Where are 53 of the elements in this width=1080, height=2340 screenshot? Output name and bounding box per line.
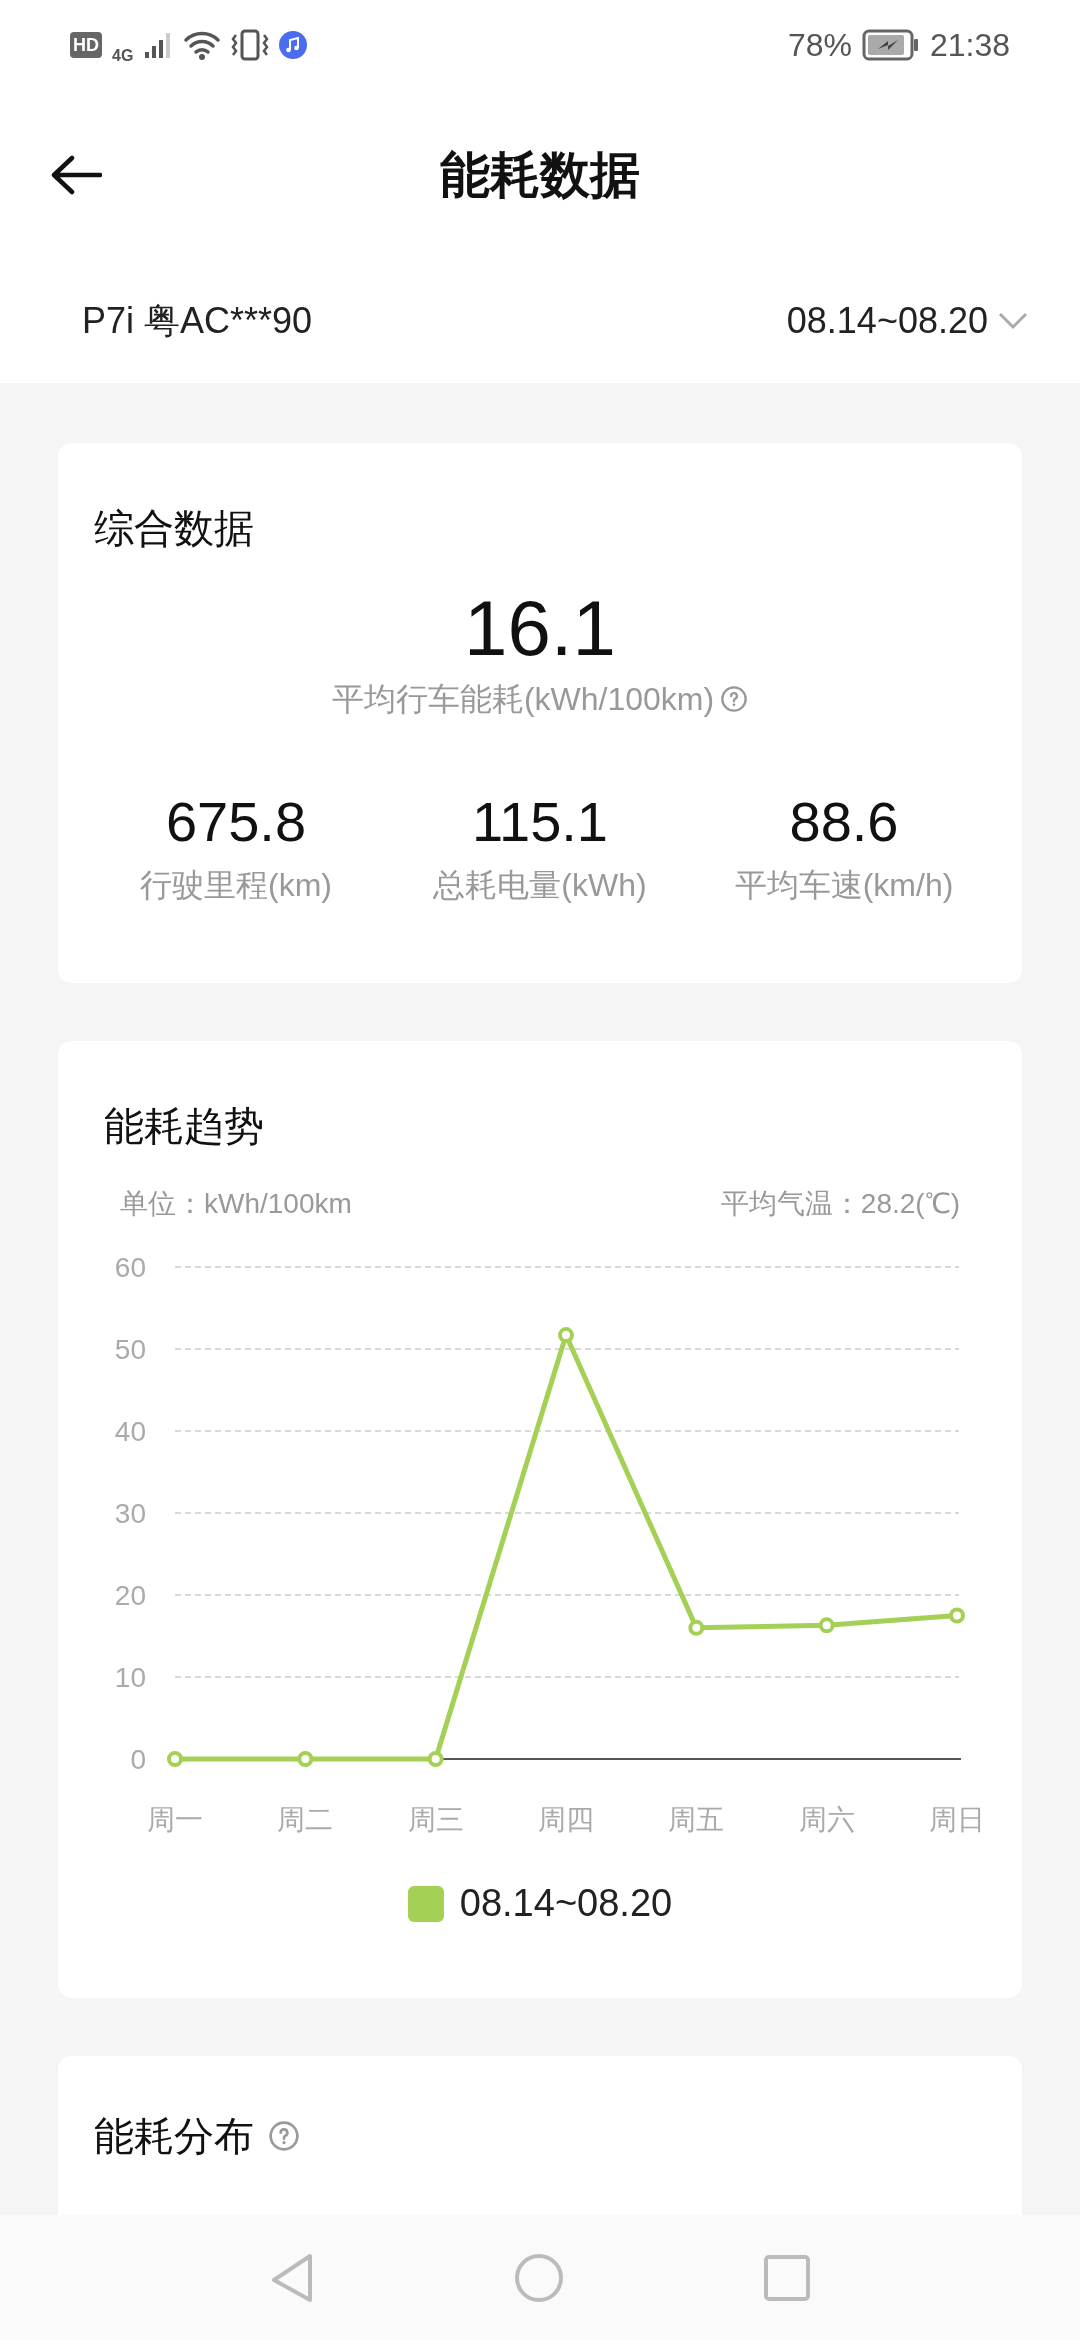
x-axis-label: 周五 <box>668 1804 725 1835</box>
card-title: 能耗趋势 <box>103 1103 265 1150</box>
vehicle-name[interactable]: P7i 粤AC***90 <box>82 294 313 348</box>
network-type: 4G <box>112 46 134 66</box>
data-point <box>297 1751 314 1767</box>
help-icon[interactable] <box>268 2120 300 2152</box>
music-app-icon <box>279 31 308 59</box>
legend-label: 08.14~08.20 <box>459 1881 673 1926</box>
clock: 21:38 <box>929 26 1010 65</box>
data-point <box>688 1619 705 1636</box>
x-axis-label: 周一 <box>147 1804 203 1835</box>
hd-icon: HD <box>70 32 102 58</box>
wifi-icon <box>183 29 222 61</box>
data-point <box>427 1751 444 1767</box>
y-axis-label: 30 <box>114 1498 146 1529</box>
x-axis-label: 周日 <box>929 1804 985 1835</box>
date-range-dropdown[interactable]: 08.14~08.20 <box>786 294 1028 348</box>
help-icon[interactable] <box>720 685 749 713</box>
card-title: 综合数据 <box>94 505 255 552</box>
data-point <box>818 1617 835 1634</box>
y-axis-label: 20 <box>114 1580 146 1611</box>
average-consumption-value: 16.1 <box>464 583 616 673</box>
page-title: 能耗数据 <box>440 145 640 205</box>
data-point <box>167 1751 183 1767</box>
average-consumption-label: 平均行车能耗(kWh/100km) <box>331 680 715 719</box>
y-axis-label: 10 <box>114 1662 146 1693</box>
x-axis-label: 周二 <box>277 1804 334 1835</box>
stat-label: 行驶里程(km) <box>140 866 332 905</box>
back-nav-icon[interactable] <box>270 2251 314 2304</box>
y-axis-label: 0 <box>130 1744 146 1775</box>
card-title: 能耗分布 <box>94 2113 254 2160</box>
x-axis-label: 周四 <box>538 1804 594 1835</box>
x-axis-label: 周六 <box>798 1804 855 1835</box>
battery-percent: 78% <box>787 26 852 65</box>
home-nav-icon[interactable] <box>514 2252 564 2303</box>
stat-label: 总耗电量(kWh) <box>433 866 647 905</box>
y-axis-label: 40 <box>114 1416 146 1447</box>
stat-label: 平均车速(km/h) <box>734 866 954 905</box>
stat-value: 675.8 <box>165 789 307 855</box>
back-arrow-icon[interactable] <box>50 155 102 195</box>
chevron-down-icon <box>998 312 1028 330</box>
battery-charging-icon <box>861 29 920 61</box>
stat-value: 115.1 <box>472 789 608 855</box>
x-axis-label: 周三 <box>407 1804 464 1835</box>
unit-label: 单位：kWh/100km <box>120 1187 352 1221</box>
average-temperature: 平均气温：28.2(℃) <box>720 1187 960 1221</box>
stat-value: 88.6 <box>789 789 899 855</box>
recents-nav-icon[interactable] <box>764 2254 810 2301</box>
y-axis-label: 50 <box>114 1334 146 1365</box>
data-point <box>558 1327 574 1344</box>
y-axis-label: 60 <box>114 1252 146 1283</box>
data-point <box>949 1607 965 1624</box>
vibrate-icon <box>231 29 270 61</box>
